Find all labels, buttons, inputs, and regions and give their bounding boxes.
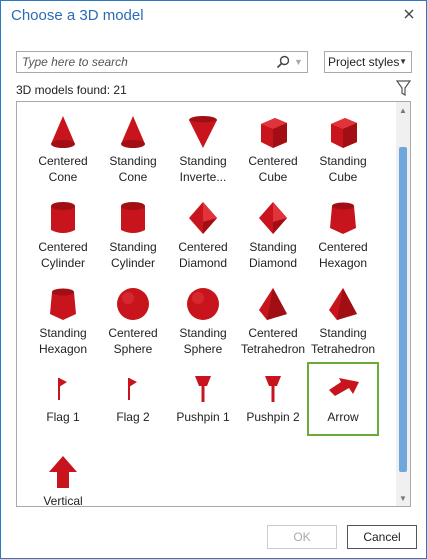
model-item[interactable]: Centered Sphere bbox=[101, 280, 165, 358]
hexagon-icon bbox=[50, 288, 76, 320]
tetrahedron-icon bbox=[329, 288, 357, 320]
ok-button[interactable]: OK bbox=[267, 525, 337, 549]
model-item-label-line2: Inverte... bbox=[179, 170, 227, 184]
model-item-label-line2: Cube bbox=[328, 170, 358, 184]
model-item-label: Centered bbox=[318, 240, 368, 254]
cone-icon bbox=[51, 116, 75, 148]
dialog-title: Choose a 3D model bbox=[11, 7, 144, 24]
cylinder-icon bbox=[121, 202, 145, 233]
model-item-label-line2: Cone bbox=[48, 170, 78, 184]
model-item[interactable]: Standing Hexagon bbox=[31, 280, 95, 358]
model-item[interactable]: Standing Tetrahedron bbox=[311, 280, 375, 358]
model-item-label: Vertical bbox=[43, 494, 83, 506]
model-item-label-line2: Hexagon bbox=[38, 342, 88, 356]
model-item-label: Arrow bbox=[327, 410, 359, 424]
close-icon[interactable] bbox=[402, 7, 416, 21]
cube-icon bbox=[261, 118, 287, 148]
model-item-label: Pushpin 1 bbox=[176, 410, 230, 424]
pushpin-icon bbox=[195, 376, 211, 402]
model-item-label: Standing bbox=[179, 154, 227, 168]
model-item-label: Standing bbox=[179, 326, 227, 340]
model-item[interactable]: Flag 2 bbox=[101, 364, 165, 442]
sphere-icon bbox=[117, 288, 149, 320]
cone-icon bbox=[121, 116, 145, 148]
model-item[interactable]: Centered Tetrahedron bbox=[241, 280, 305, 358]
model-item[interactable]: Pushpin 2 bbox=[241, 364, 305, 442]
model-item-label: Centered bbox=[108, 326, 158, 340]
model-item-label: Standing bbox=[109, 240, 157, 254]
model-item-label: Standing bbox=[319, 326, 367, 340]
flag-icon bbox=[128, 378, 137, 400]
sphere-icon bbox=[187, 288, 219, 320]
model-item-label: Standing bbox=[109, 154, 157, 168]
model-item-label: Standing bbox=[39, 326, 87, 340]
model-item-label: Flag 1 bbox=[46, 410, 80, 424]
select-value: Project styles bbox=[328, 55, 400, 69]
model-item[interactable]: Arrow bbox=[307, 362, 379, 436]
model-item[interactable]: Centered Diamond bbox=[171, 194, 235, 272]
model-gallery: Centered Cone Standing Cone Standing Inverte.… bbox=[16, 101, 411, 507]
diamond-icon bbox=[259, 202, 287, 234]
model-item-label-line2: Hexagon bbox=[318, 256, 368, 270]
hexagon-icon bbox=[330, 202, 356, 234]
model-item-label: Standing bbox=[319, 154, 367, 168]
model-item[interactable]: Standing Cylinder bbox=[101, 194, 165, 272]
model-item-label-line2: Cylinder bbox=[110, 256, 155, 270]
model-item[interactable]: Flag 1 bbox=[31, 364, 95, 442]
model-item[interactable]: Centered Cylinder bbox=[31, 194, 95, 272]
arrow-icon bbox=[329, 378, 359, 396]
model-item[interactable]: Centered Cone bbox=[31, 108, 95, 186]
search-input[interactable] bbox=[22, 53, 262, 71]
model-item-label-line2: Cylinder bbox=[40, 256, 85, 270]
model-item-label: Centered bbox=[38, 154, 88, 168]
cylinder-icon bbox=[51, 202, 75, 233]
cube-icon bbox=[331, 118, 357, 148]
model-item-label: Centered bbox=[38, 240, 88, 254]
project-styles-select[interactable]: Project styles ▼ bbox=[324, 51, 412, 73]
models-found-count: 3D models found: 21 bbox=[16, 83, 127, 97]
model-item-label-line2: Sphere bbox=[113, 342, 153, 356]
scroll-thumb[interactable] bbox=[399, 147, 407, 472]
model-item[interactable]: Centered Cube bbox=[241, 108, 305, 186]
model-item-label: Centered bbox=[248, 154, 298, 168]
model-item-label-line2: Cone bbox=[118, 170, 148, 184]
model-item-label-line2: Sphere bbox=[183, 342, 223, 356]
cancel-button[interactable]: Cancel bbox=[347, 525, 417, 549]
scroll-up-icon[interactable]: ▲ bbox=[399, 106, 407, 115]
flag-icon bbox=[58, 378, 67, 400]
choose-3d-model-dialog: Choose a 3D model ▼ Project styles ▼ 3D … bbox=[0, 0, 427, 559]
model-item[interactable]: Centered Hexagon bbox=[311, 194, 375, 272]
model-item[interactable]: Vertical bbox=[31, 448, 95, 506]
model-item-label: Standing bbox=[249, 240, 297, 254]
model-item-label-line2: Tetrahedron bbox=[311, 342, 376, 356]
model-item-label: Centered bbox=[178, 240, 228, 254]
model-item[interactable]: Standing Sphere bbox=[171, 280, 235, 358]
model-item[interactable]: Standing Cone bbox=[101, 108, 165, 186]
diamond-icon bbox=[189, 202, 217, 234]
model-item-label: Centered bbox=[248, 326, 298, 340]
search-dropdown-icon[interactable]: ▼ bbox=[294, 55, 304, 69]
vertical-arrow-icon bbox=[49, 456, 77, 488]
search-icon[interactable] bbox=[275, 54, 291, 70]
model-list: Centered Cone Standing Cone Standing Inverte.… bbox=[17, 102, 397, 506]
search-box[interactable]: ▼ bbox=[16, 51, 308, 73]
model-item[interactable]: Standing Cube bbox=[311, 108, 375, 186]
chevron-down-icon: ▼ bbox=[399, 57, 407, 66]
model-item[interactable]: Pushpin 1 bbox=[171, 364, 235, 442]
scroll-down-icon[interactable]: ▼ bbox=[399, 494, 407, 503]
model-item-label: Pushpin 2 bbox=[246, 410, 300, 424]
model-item[interactable]: Standing Diamond bbox=[241, 194, 305, 272]
model-item[interactable]: Standing Inverte... bbox=[171, 108, 235, 186]
pushpin-icon bbox=[265, 376, 281, 402]
filter-icon[interactable] bbox=[396, 80, 411, 97]
inverted-cone-icon bbox=[189, 116, 217, 148]
model-item-label: Flag 2 bbox=[116, 410, 150, 424]
model-item-label-line2: Tetrahedron bbox=[241, 342, 306, 356]
model-item-label-line2: Cube bbox=[258, 170, 288, 184]
vertical-scrollbar[interactable]: ▲ ▼ bbox=[396, 102, 410, 506]
model-item-label-line2: Diamond bbox=[248, 256, 298, 270]
model-item-label-line2: Diamond bbox=[178, 256, 228, 270]
tetrahedron-icon bbox=[259, 288, 287, 320]
